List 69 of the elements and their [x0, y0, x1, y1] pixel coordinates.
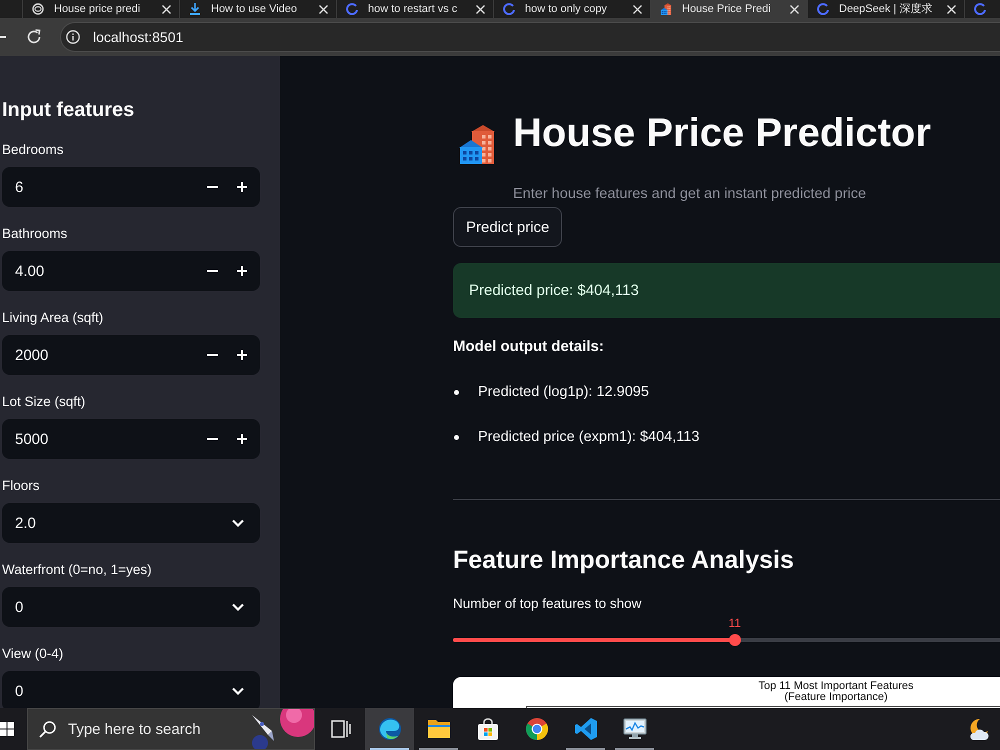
minus-icon: [206, 354, 218, 356]
field-label: View (0-4): [2, 645, 64, 663]
windows-logo-icon[interactable]: [0, 722, 14, 736]
plus-icon: [237, 266, 247, 276]
field-label: Lot Size (sqft): [2, 393, 86, 411]
sidebar-title: Input features: [2, 98, 136, 122]
search-icon: [39, 720, 56, 738]
plus-icon: [237, 182, 247, 192]
minus-icon: [206, 270, 218, 272]
address-bar[interactable]: localhost:8501: [60, 22, 1000, 52]
bullet-icon: [454, 390, 459, 394]
close-icon[interactable]: [162, 4, 171, 14]
close-icon[interactable]: [947, 4, 956, 14]
dropdown[interactable]: 0: [2, 671, 260, 708]
info-icon[interactable]: [66, 30, 80, 44]
field-label: Waterfront (0=no, 1=yes): [2, 561, 153, 579]
chevron-down-icon: [232, 687, 244, 695]
buildings-icon: [660, 3, 672, 15]
plus-icon: [237, 350, 247, 360]
search-input[interactable]: Type here to search: [68, 720, 230, 738]
number-input[interactable]: 5000: [2, 419, 260, 459]
number-input[interactable]: 2000: [2, 335, 260, 375]
ring-icon: [974, 3, 986, 15]
list-item-text: Predicted price (expm1): $404,113: [478, 428, 700, 447]
browser-icon: [524, 717, 548, 741]
taskbar-button[interactable]: [365, 708, 414, 750]
refresh-icon[interactable]: [26, 29, 42, 45]
bullet-icon: [454, 434, 459, 440]
section-heading: Feature Importance Analysis: [453, 545, 794, 576]
browser-tab[interactable]: House Price Predi: [650, 0, 807, 18]
close-icon[interactable]: [319, 4, 328, 14]
field-label: Bathrooms: [2, 225, 68, 243]
swirl-icon: [32, 3, 44, 15]
page-subtitle: Enter house features and get an instant predicted price: [513, 185, 866, 204]
monitor-chart-icon: [622, 718, 646, 740]
download-icon: [189, 3, 201, 15]
details-heading: Model output details:: [453, 337, 604, 357]
shopping-bag-icon: [476, 718, 498, 740]
field-label: Bedrooms: [2, 141, 65, 159]
plus-icon: [237, 434, 247, 444]
close-icon[interactable]: [476, 4, 485, 14]
ring-icon: [346, 3, 358, 15]
slider-value: 11: [728, 616, 741, 630]
dropdown[interactable]: 0: [2, 587, 260, 627]
chevron-down-icon: [232, 519, 244, 527]
code-editor-icon: [574, 717, 598, 741]
minus-icon: [206, 186, 218, 188]
dropdown[interactable]: 2.0: [2, 503, 260, 543]
field-label: Floors: [2, 477, 41, 495]
browser-icon: [378, 717, 402, 741]
list-item-text: Predicted (log1p): 12.9095: [478, 383, 649, 402]
close-icon[interactable]: [633, 4, 642, 14]
predict-button[interactable]: Predict price: [453, 207, 562, 247]
number-input[interactable]: 4.00: [2, 251, 260, 291]
task-view-icon: [330, 720, 350, 738]
field-label: Living Area (sqft): [2, 309, 104, 327]
page-title: House Price Predictor: [513, 110, 931, 157]
folder-icon: [426, 719, 450, 739]
close-icon[interactable]: [790, 4, 799, 14]
ring-icon: [817, 3, 829, 15]
chart-title: Top 11 Most Important Features (Feature Importance): [757, 681, 915, 703]
number-input[interactable]: 6: [2, 167, 260, 207]
slider-thumb[interactable]: [728, 634, 741, 646]
minus-icon: [206, 438, 218, 440]
chevron-down-icon: [232, 603, 244, 611]
buildings-icon: [458, 124, 496, 164]
slider-label: Number of top features to show: [453, 595, 642, 613]
ring-icon: [503, 3, 515, 15]
result-banner: Predicted price: $404,113: [453, 263, 1000, 318]
